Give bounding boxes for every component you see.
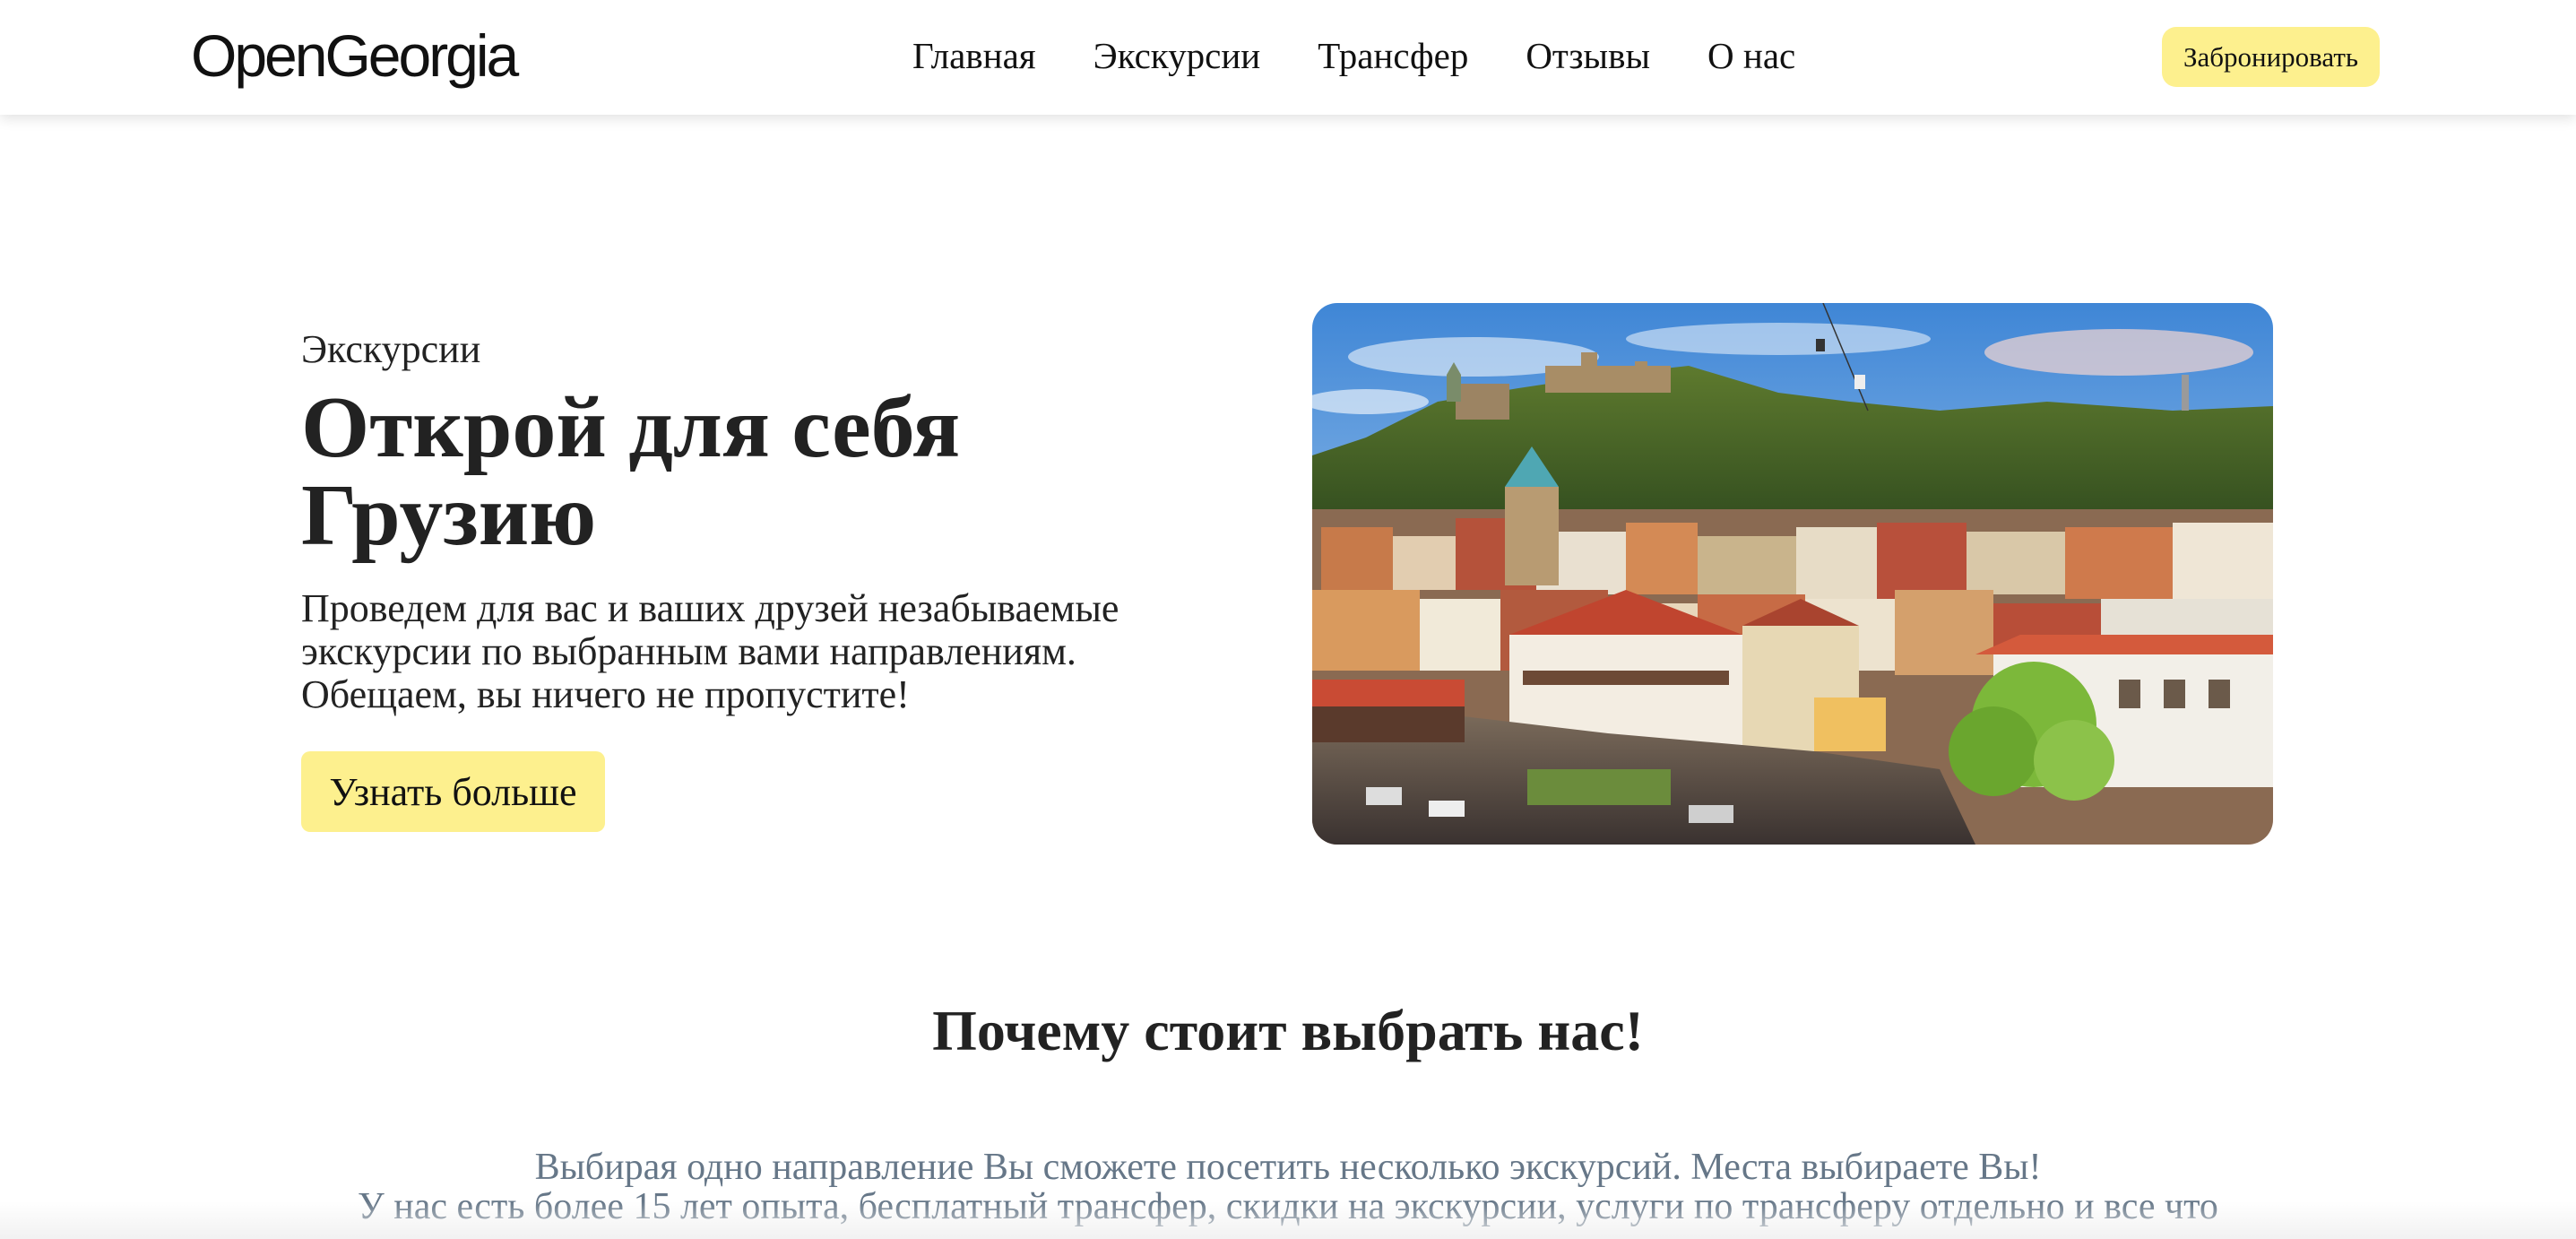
- hero-title-line: Грузию: [301, 467, 597, 564]
- nav-transfer[interactable]: Трансфер: [1318, 27, 1468, 84]
- nav-reviews[interactable]: Отзывы: [1526, 27, 1650, 84]
- learn-more-button[interactable]: Узнать больше: [301, 751, 605, 832]
- tbilisi-panorama-image: [1312, 303, 2273, 845]
- nav-about[interactable]: О нас: [1707, 27, 1795, 84]
- why-us-text-line: Выбирая одно направление Вы сможете посе…: [534, 1147, 2042, 1188]
- hero-eyebrow: Экскурсии: [301, 327, 481, 371]
- nav-excursions[interactable]: Экскурсии: [1094, 27, 1261, 84]
- why-us-title: Почему стоит выбрать нас!: [932, 999, 1644, 1062]
- main-nav: Главная Экскурсии Трансфер Отзывы О нас: [912, 27, 1795, 84]
- bottom-fade: [0, 1201, 2576, 1239]
- book-button[interactable]: Забронировать: [2162, 27, 2380, 87]
- hero-title-line: Открой для себя: [301, 379, 961, 476]
- hero-description: Проведем для вас и ваших друзей незабыва…: [301, 587, 1215, 716]
- hero-description-line: экскурсии по выбранным вами направлениям…: [301, 629, 1076, 673]
- nav-home[interactable]: Главная: [912, 27, 1036, 84]
- logo[interactable]: OpenGeorgia: [191, 20, 519, 91]
- hero-description-line: Обещаем, вы ничего не пропустите!: [301, 672, 910, 716]
- site-header: OpenGeorgia Главная Экскурсии Трансфер О…: [0, 0, 2576, 115]
- hero-image: [1312, 303, 2273, 845]
- hero-description-line: Проведем для вас и ваших друзей незабыва…: [301, 586, 1119, 630]
- hero-title: Открой для себя Грузию: [301, 384, 1197, 559]
